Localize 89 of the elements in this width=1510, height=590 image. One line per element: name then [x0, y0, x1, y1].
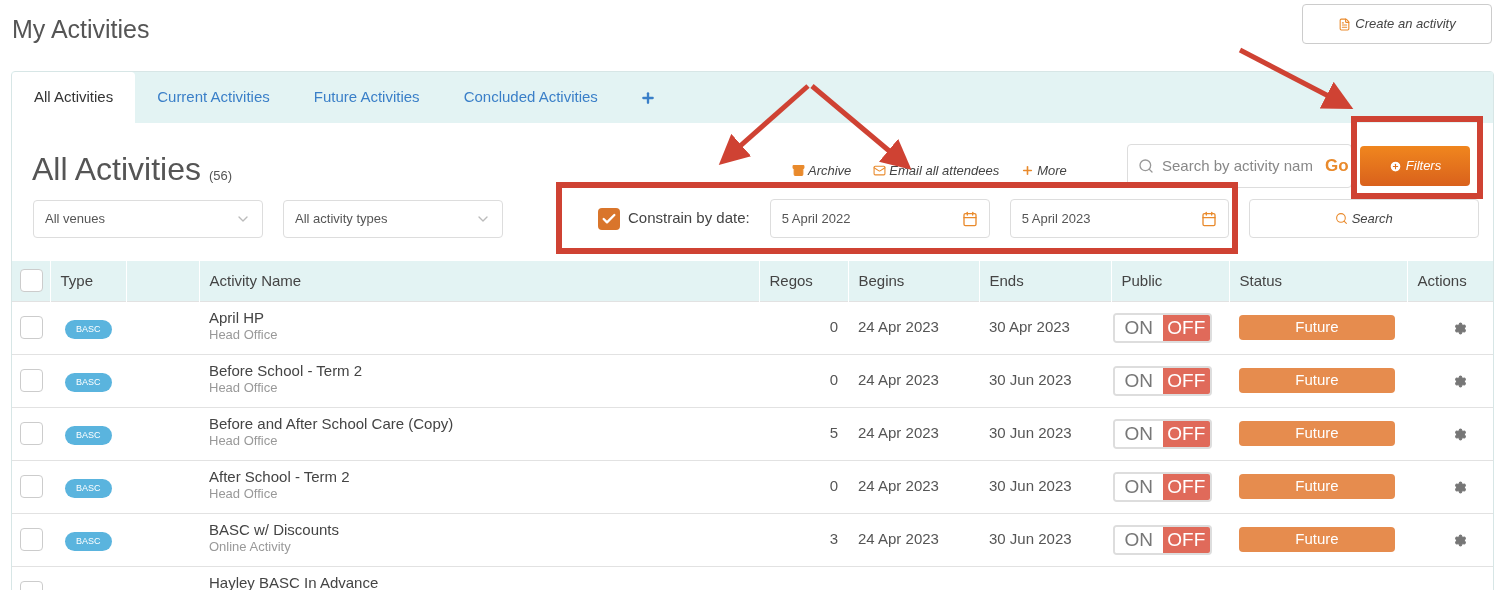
- tab[interactable]: Current Activities: [135, 72, 292, 123]
- column-header: Regos: [759, 261, 848, 301]
- status-badge: Future: [1239, 474, 1395, 499]
- tab[interactable]: Concluded Activities: [441, 72, 620, 123]
- public-toggle[interactable]: ON OFF: [1113, 312, 1212, 343]
- column-header: Ends: [979, 261, 1111, 301]
- activity-count: (56): [208, 167, 233, 185]
- tab[interactable]: Future Activities: [291, 72, 442, 123]
- regos-count: 0: [829, 318, 838, 336]
- row-checkbox[interactable]: [20, 528, 43, 551]
- activity-name[interactable]: After School - Term 2: [209, 467, 749, 487]
- column-header: Actions: [1407, 261, 1493, 301]
- activity-name[interactable]: BASC w/ Discounts: [209, 520, 749, 540]
- type-badge: BASC: [65, 319, 112, 340]
- activity-name[interactable]: Before and After School Care (Copy): [209, 414, 749, 434]
- venue-select[interactable]: All venues: [33, 199, 263, 238]
- row-checkbox[interactable]: [20, 369, 43, 392]
- row-checkbox[interactable]: [20, 422, 43, 445]
- row-checkbox[interactable]: [20, 316, 43, 339]
- public-toggle[interactable]: ON OFF: [1113, 418, 1212, 449]
- status-badge: Future: [1239, 315, 1395, 340]
- end-date: 30 Apr 2023: [989, 318, 1070, 336]
- row-checkbox[interactable]: [20, 475, 43, 498]
- plus-circle-icon: [1388, 159, 1402, 173]
- column-header: Activity Name: [199, 261, 759, 301]
- type-badge: BASC: [65, 478, 112, 499]
- status-badge: Future: [1239, 421, 1395, 446]
- public-toggle[interactable]: ON OFF: [1113, 524, 1212, 555]
- date-field[interactable]: 5 April 2022: [769, 199, 990, 238]
- venue-name: Head Office: [209, 380, 279, 397]
- begin-date: 24 Apr 2023: [858, 371, 939, 389]
- plus-icon: [639, 89, 656, 106]
- regos-count: 5: [829, 424, 838, 442]
- column-header: Type: [50, 261, 126, 301]
- activity-name[interactable]: Before School - Term 2: [209, 361, 749, 381]
- section-heading: All Activities: [32, 150, 201, 189]
- venue-name: Head Office: [209, 486, 279, 503]
- search-field[interactable]: Search by activity nam: [1162, 154, 1317, 178]
- column-header: Begins: [848, 261, 979, 301]
- venue-name: Head Office: [209, 327, 279, 344]
- regos-count: 0: [829, 371, 838, 389]
- settings-icon[interactable]: [1453, 533, 1467, 547]
- search-icon: [1138, 158, 1154, 174]
- type-badge: BASC: [65, 531, 112, 552]
- public-toggle[interactable]: ON OFF: [1113, 365, 1212, 396]
- page-title: My Activities: [12, 14, 150, 45]
- search-icon: [1334, 212, 1348, 225]
- search-button[interactable]: Search: [1248, 199, 1479, 238]
- type-badge: BASC: [65, 372, 112, 393]
- calendar-icon: [961, 210, 978, 227]
- status-badge: Future: [1239, 527, 1395, 552]
- envelope-icon: [873, 164, 887, 178]
- tab[interactable]: All Activities: [12, 72, 136, 123]
- settings-icon[interactable]: [1453, 321, 1467, 335]
- column-header: Status: [1229, 261, 1407, 301]
- end-date: 30 Jun 2023: [989, 424, 1072, 442]
- column-header: Public: [1111, 261, 1229, 301]
- venue-name: Head Office: [209, 433, 279, 450]
- venue-name: Online Activity: [209, 539, 292, 556]
- begin-date: 24 Apr 2023: [858, 318, 939, 336]
- toolbar-link[interactable]: Archive: [792, 161, 852, 181]
- toolbar-link[interactable]: Email all attendees: [873, 161, 1000, 181]
- public-toggle[interactable]: ON OFF: [1113, 471, 1212, 502]
- create-activity-button[interactable]: Create an activity: [1302, 4, 1492, 44]
- constrain-label: Constrain by date:: [628, 208, 750, 229]
- begin-date: 24 Apr 2023: [858, 424, 939, 442]
- date-field[interactable]: 5 April 2023: [1009, 199, 1229, 238]
- status-badge: Future: [1239, 368, 1395, 393]
- activity-name[interactable]: April HP: [209, 308, 749, 328]
- regos-count: 0: [829, 477, 838, 495]
- type-badge: BASC: [65, 425, 112, 446]
- regos-count: 3: [829, 530, 838, 548]
- end-date: 30 Jun 2023: [989, 371, 1072, 389]
- begin-date: 24 Apr 2023: [858, 530, 939, 548]
- begin-date: 24 Apr 2023: [858, 477, 939, 495]
- settings-icon[interactable]: [1453, 480, 1467, 494]
- end-date: 30 Jun 2023: [989, 530, 1072, 548]
- plus-icon: [1021, 164, 1035, 178]
- settings-icon[interactable]: [1453, 374, 1467, 388]
- activity-name[interactable]: Hayley BASC In Advance: [209, 573, 749, 590]
- document-icon: [1338, 17, 1352, 31]
- calendar-icon: [1200, 210, 1217, 227]
- archive-icon: [792, 164, 805, 178]
- select-all-checkbox[interactable]: [20, 269, 43, 293]
- settings-icon[interactable]: [1453, 427, 1467, 441]
- toolbar-link[interactable]: More: [1021, 161, 1067, 181]
- end-date: 30 Jun 2023: [989, 477, 1072, 495]
- activity-type-select[interactable]: All activity types: [283, 199, 503, 238]
- checkbox[interactable]: [598, 207, 620, 230]
